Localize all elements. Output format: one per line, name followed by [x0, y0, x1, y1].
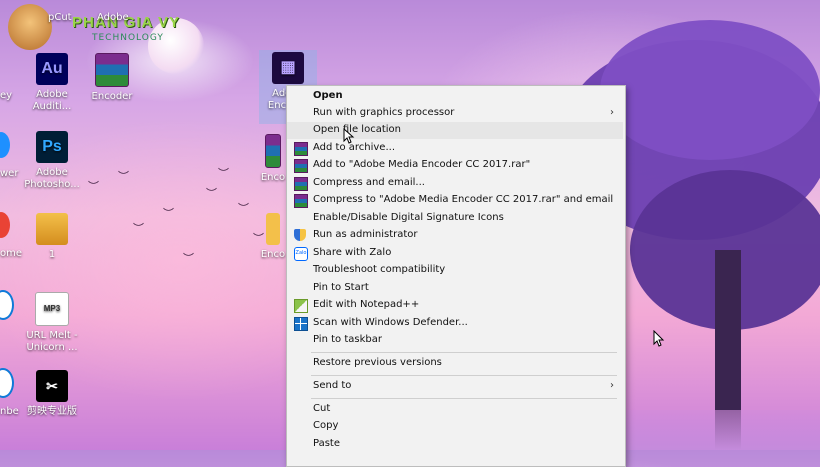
menu-item-send-to[interactable]: Send to › [287, 378, 623, 395]
capcut-icon: ✂ [36, 370, 68, 402]
menu-item-label: Troubleshoot compatibility [313, 264, 446, 275]
mouse-pointer-icon [343, 128, 355, 144]
menu-item-cut[interactable]: Cut [287, 401, 623, 418]
menu-separator [311, 375, 617, 376]
mouse-pointer-icon [653, 330, 665, 347]
menu-item-label: Scan with Windows Defender... [313, 317, 468, 328]
chevron-right-icon: › [610, 107, 614, 118]
menu-item-label: Add to "Adobe Media Encoder CC 2017.rar" [313, 159, 531, 170]
menu-item-label: Enable/Disable Digital Signature Icons [313, 212, 504, 223]
folder-icon [266, 213, 280, 245]
desktop-icon-label-nbe[interactable]: nbe [0, 406, 19, 417]
menu-item-compress-to-rar-and-email[interactable]: Compress to "Adobe Media Encoder CC 2017… [287, 192, 623, 209]
zip-folder-icon [36, 213, 68, 245]
menu-item-open[interactable]: Open [287, 88, 623, 105]
menu-item-pin-to-start[interactable]: Pin to Start [287, 280, 623, 297]
desktop-icon-photoshop[interactable]: Ps Adobe Photosho... [21, 131, 83, 191]
zalo-icon: Zalo [294, 247, 308, 261]
menu-item-label: Open file location [313, 124, 401, 135]
desktop-icon-label-ome[interactable]: ome [0, 248, 22, 259]
menu-item-digital-signature-icons[interactable]: Enable/Disable Digital Signature Icons [287, 210, 623, 227]
desktop-icon-label-pcut[interactable]: pCut [48, 12, 72, 23]
menu-item-scan-with-windows-defender[interactable]: Scan with Windows Defender... [287, 315, 623, 332]
menu-item-label: Edit with Notepad++ [313, 299, 420, 310]
partial-icon-1 [0, 132, 10, 158]
menu-separator [311, 398, 617, 399]
watermark-subtitle: TECHNOLOGY [92, 33, 164, 43]
desktop-icon-1[interactable]: 1 [21, 213, 83, 261]
desktop-icon-enco-2[interactable]: Enco [258, 213, 288, 261]
icon-label: Enco [260, 172, 286, 183]
partial-icon-3 [0, 290, 14, 320]
desktop-icon-label-ey[interactable]: ey [0, 90, 12, 101]
menu-item-label: Cut [313, 403, 331, 414]
menu-item-label: Send to [313, 380, 352, 391]
menu-item-run-with-graphics-processor[interactable]: Run with graphics processor › [287, 105, 623, 122]
adobe-media-encoder-icon: ▦ [272, 52, 304, 84]
winrar-icon [294, 177, 308, 191]
winrar-icon [294, 142, 308, 156]
icon-label: Adobe Auditi... [32, 89, 72, 112]
menu-separator [311, 352, 617, 353]
icon-label: Encoder [91, 91, 133, 102]
menu-item-label: Run as administrator [313, 229, 418, 240]
menu-item-add-to-archive[interactable]: Add to archive... [287, 140, 623, 157]
desktop-icon-adobe-audition[interactable]: Au Adobe Auditi... [21, 53, 83, 113]
menu-item-label: Restore previous versions [313, 357, 442, 368]
menu-item-label: Compress and email... [313, 177, 425, 188]
mascot-icon [8, 4, 52, 50]
winrar-archive-icon [265, 134, 281, 168]
desktop-icon-label-adobe[interactable]: Adobe [97, 12, 129, 23]
icon-label: Enco [260, 249, 286, 260]
menu-item-restore-previous-versions[interactable]: Restore previous versions [287, 355, 623, 372]
desktop-icon-enco-1[interactable]: Enco [258, 134, 288, 184]
menu-item-open-file-location[interactable]: Open file location [287, 122, 623, 139]
menu-item-pin-to-taskbar[interactable]: Pin to taskbar [287, 332, 623, 349]
menu-item-label: Run with graphics processor [313, 107, 455, 118]
icon-label: URL Melt - Unicorn ... [26, 330, 78, 353]
desktop-icon-label-wer[interactable]: wer [0, 168, 18, 179]
shield-icon [294, 229, 306, 241]
icon-label: 1 [48, 249, 56, 260]
menu-item-label: Compress to "Adobe Media Encoder CC 2017… [313, 194, 614, 205]
menu-item-label: Paste [313, 438, 340, 449]
menu-item-label: Pin to Start [313, 282, 369, 293]
context-menu: Open Run with graphics processor › Open … [286, 85, 626, 467]
menu-item-share-with-zalo[interactable]: Zalo Share with Zalo [287, 245, 623, 262]
icon-label: 剪映专业版 [27, 406, 77, 417]
menu-item-compress-and-email[interactable]: Compress and email... [287, 175, 623, 192]
photoshop-icon: Ps [36, 131, 68, 163]
mp3-file-icon: MP3 [35, 292, 69, 326]
notepad-plus-plus-icon [294, 299, 308, 313]
windows-defender-icon [294, 317, 308, 331]
menu-item-edit-with-notepad-plus-plus[interactable]: Edit with Notepad++ [287, 297, 623, 314]
partial-icon-4 [0, 368, 14, 398]
desktop-icon-encoder[interactable]: Encoder [81, 53, 143, 103]
chevron-right-icon: › [610, 380, 614, 391]
menu-item-paste[interactable]: Paste [287, 436, 623, 453]
menu-item-label: Pin to taskbar [313, 334, 382, 345]
winrar-icon [294, 159, 308, 173]
icon-label: Adobe Photosho... [24, 167, 80, 190]
desktop-icon-url-melt[interactable]: MP3 URL Melt - Unicorn ... [21, 292, 83, 354]
menu-item-add-to-rar[interactable]: Add to "Adobe Media Encoder CC 2017.rar" [287, 157, 623, 174]
menu-item-label: Open [313, 90, 343, 101]
winrar-archive-icon [95, 53, 129, 87]
partial-icon-2 [0, 212, 10, 238]
menu-item-label: Share with Zalo [313, 247, 392, 258]
menu-item-copy[interactable]: Copy [287, 418, 623, 435]
winrar-icon [294, 194, 308, 208]
adobe-audition-icon: Au [36, 53, 68, 85]
desktop-icon-capcut[interactable]: ✂ 剪映专业版 [21, 370, 83, 418]
menu-item-run-as-administrator[interactable]: Run as administrator [287, 227, 623, 244]
menu-item-troubleshoot-compatibility[interactable]: Troubleshoot compatibility [287, 262, 623, 279]
menu-item-label: Copy [313, 420, 339, 431]
